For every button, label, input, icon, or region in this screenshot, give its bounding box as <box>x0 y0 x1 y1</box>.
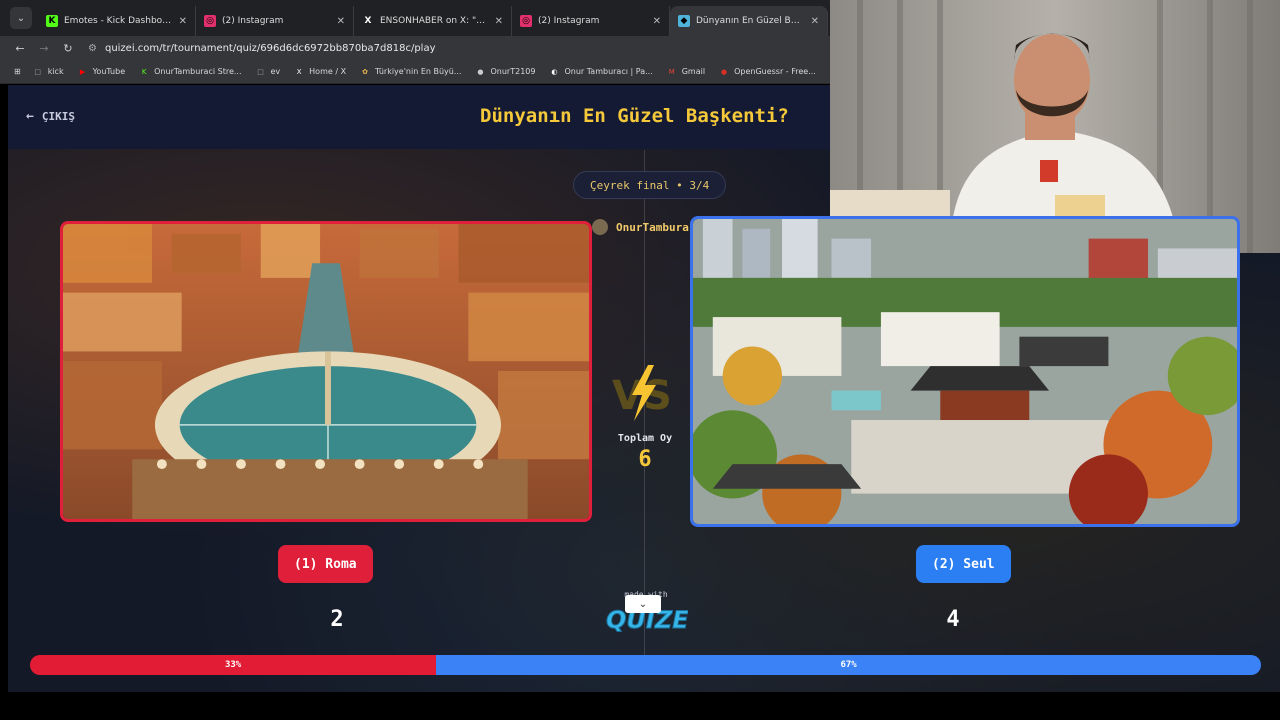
back-icon[interactable]: ← <box>10 42 30 55</box>
browser-tab[interactable]: ◎ (2) Instagram ✕ <box>512 6 670 36</box>
site-icon: ● <box>477 67 484 76</box>
folder-icon: □ <box>257 67 264 76</box>
site-icon: ✿ <box>362 67 368 76</box>
kick-icon: K <box>46 15 58 27</box>
browser-tab[interactable]: ◎ (2) Instagram ✕ <box>196 6 354 36</box>
tab-title: (2) Instagram <box>538 16 600 26</box>
roma-image <box>63 224 589 519</box>
total-votes-label: Toplam Oy <box>617 433 673 444</box>
tab-title: ENSONHABER on X: "Samsun'd <box>380 16 489 26</box>
screen: ⌄ K Emotes - Kick Dashboard ✕ ◎ (2) Instagra… <box>0 0 1280 720</box>
site-info-icon[interactable]: ⚙ <box>88 43 97 54</box>
quiz-title: Dünyanın En Güzel Başkenti? <box>480 105 789 127</box>
tab-title: Emotes - Kick Dashboard <box>64 16 173 26</box>
bookmark-item[interactable]: ◐ Onur Tamburacı | Pa... <box>549 67 652 77</box>
host-name: OnurTambura <box>616 220 689 234</box>
exit-label: ÇIKIŞ <box>41 110 75 123</box>
bookmark-label: Onur Tamburacı | Pa... <box>564 67 653 76</box>
browser-tab[interactable]: K Emotes - Kick Dashboard ✕ <box>38 6 196 36</box>
bookmark-label: OnurT2109 <box>490 67 536 76</box>
kick-icon: K <box>141 67 147 76</box>
bookmarks-bar: ⊞ □ kick ▶ YouTube K OnurTamburaci Stre... □ ev… <box>0 60 830 84</box>
vote-button-seul[interactable]: (2) Seul <box>916 545 1011 583</box>
bookmark-label: OpenGuessr - Free... <box>734 67 816 76</box>
bookmark-label: YouTube <box>92 67 126 76</box>
close-tab-icon[interactable]: ✕ <box>337 16 345 27</box>
host-avatar <box>592 219 608 235</box>
site-icon: ◐ <box>551 67 558 76</box>
close-tab-icon[interactable]: ✕ <box>495 16 503 27</box>
seul-image <box>693 219 1237 524</box>
bookmark-label: ev <box>270 67 281 76</box>
site-icon: ● <box>721 67 728 76</box>
bookmark-item[interactable]: ▶ YouTube <box>78 67 126 77</box>
forward-icon[interactable]: → <box>34 42 54 55</box>
close-tab-icon[interactable]: ✕ <box>811 16 819 27</box>
bookmark-item[interactable]: ✿ Türkiye'nin En Büyü... <box>360 67 461 77</box>
arrow-left-icon: ← <box>26 109 34 124</box>
bookmark-item[interactable]: ● OpenGuessr - Free... <box>719 67 816 77</box>
bookmark-item[interactable]: ● OnurT2109 <box>475 67 535 77</box>
browser-tab-bar: ⌄ K Emotes - Kick Dashboard ✕ ◎ (2) Instagra… <box>0 0 830 36</box>
bookmark-item[interactable]: M Gmail <box>667 67 705 77</box>
vote-share-seul: 67% <box>436 655 1261 675</box>
bookmark-label: Gmail <box>681 67 706 76</box>
tab-title: (2) Instagram <box>222 16 284 26</box>
bookmark-label: OnurTamburaci Stre... <box>154 67 242 76</box>
close-tab-icon[interactable]: ✕ <box>653 16 661 27</box>
bookmark-item[interactable]: X Home / X <box>294 67 346 77</box>
vote-share-roma: 33% <box>30 655 437 675</box>
reload-icon[interactable]: ↻ <box>58 42 78 55</box>
folder-icon: □ <box>34 67 42 76</box>
gmail-icon: M <box>668 67 675 76</box>
exit-button[interactable]: ← ÇIKIŞ <box>26 109 75 124</box>
option-card-seul[interactable] <box>690 216 1240 527</box>
bookmark-label: Home / X <box>309 67 347 76</box>
address-bar[interactable]: ⚙ quizei.com/tr/tournament/quiz/696d6dc6… <box>88 37 830 59</box>
bookmark-label: Türkiye'nin En Büyü... <box>375 67 462 76</box>
youtube-icon: ▶ <box>79 67 86 76</box>
round-badge: Çeyrek final • 3/4 <box>573 171 727 199</box>
browser-tab[interactable]: ◆ Dünyanın En Güzel Başkenti? - ✕ <box>670 6 828 36</box>
bookmark-item[interactable]: □ ev <box>256 67 281 77</box>
x-icon: X <box>296 67 302 76</box>
quizei-icon: ◆ <box>678 15 690 27</box>
chevron-down-icon[interactable]: ⌄ <box>625 595 661 613</box>
url-text: quizei.com/tr/tournament/quiz/696d6dc697… <box>104 42 436 54</box>
vote-button-roma[interactable]: (1) Roma <box>278 545 373 583</box>
vote-share-bar: 33% 67% <box>30 655 1261 675</box>
browser-tab[interactable]: X ENSONHABER on X: "Samsun'd ✕ <box>354 6 512 36</box>
option-card-roma[interactable] <box>60 221 592 522</box>
bookmark-item[interactable]: □ kick <box>33 67 64 77</box>
total-votes-value: 6 <box>638 447 652 472</box>
votes-seul: 4 <box>946 607 960 632</box>
instagram-icon: ◎ <box>204 15 216 27</box>
instagram-icon: ◎ <box>520 15 532 27</box>
bookmark-item[interactable]: K OnurTamburaci Stre... <box>139 67 242 77</box>
close-tab-icon[interactable]: ✕ <box>179 16 187 27</box>
tab-title: Dünyanın En Güzel Başkenti? - <box>696 16 805 26</box>
browser-toolbar: ← → ↻ ⚙ quizei.com/tr/tournament/quiz/69… <box>0 36 830 60</box>
apps-icon[interactable]: ⊞ <box>14 67 21 76</box>
votes-roma: 2 <box>330 607 344 632</box>
tab-search-button[interactable]: ⌄ <box>10 7 32 29</box>
bookmark-label: kick <box>47 67 64 76</box>
x-icon: X <box>364 16 372 26</box>
host-tag: OnurTambura <box>592 219 689 235</box>
versus-icon: VS <box>612 365 672 421</box>
